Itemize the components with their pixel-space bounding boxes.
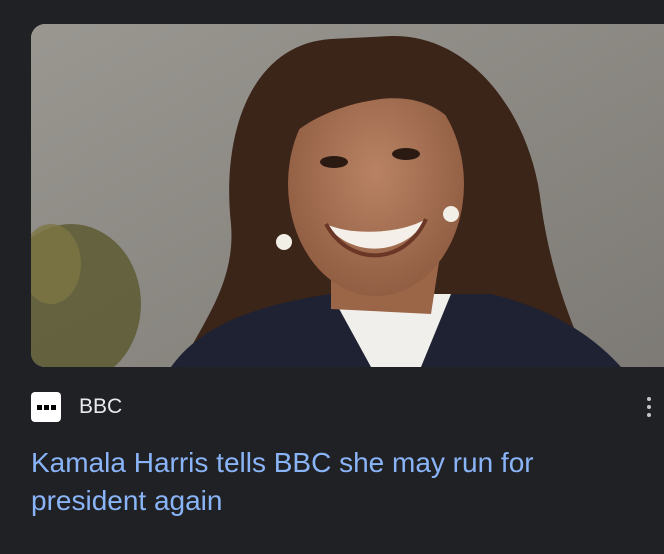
article-headline-link[interactable]: Kamala Harris tells BBC she may run for …: [31, 444, 631, 520]
bbc-favicon-icon: [31, 392, 61, 422]
news-card[interactable]: BBC Kamala Harris tells BBC she may run …: [0, 0, 664, 554]
source-name: BBC: [79, 395, 123, 418]
article-thumbnail[interactable]: [31, 24, 664, 367]
more-options-button[interactable]: [638, 393, 660, 421]
more-vertical-icon: [647, 397, 651, 401]
thumbnail-photo: [31, 24, 664, 367]
source-row: BBC: [31, 392, 664, 422]
